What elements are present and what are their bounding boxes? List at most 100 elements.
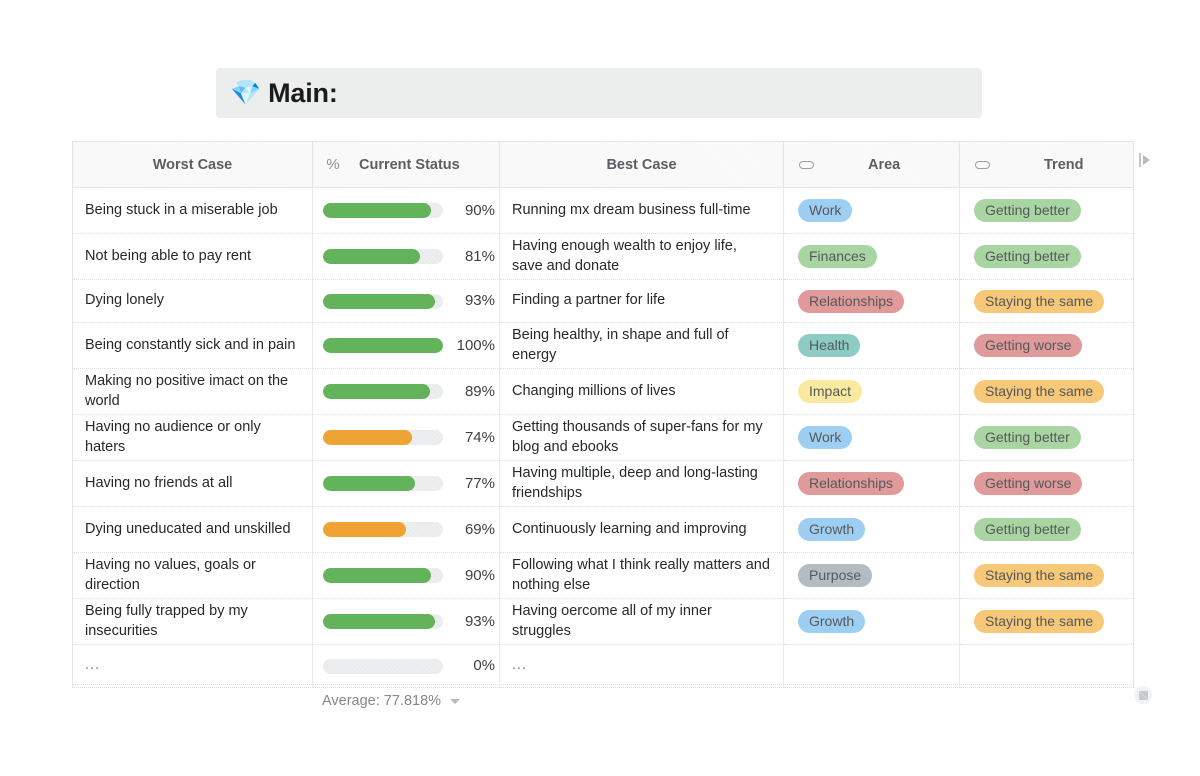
- table-cell-best-case[interactable]: Running mx dream business full-time: [500, 188, 784, 234]
- progress-bar-track[interactable]: [323, 658, 443, 674]
- table-cell-worst-case[interactable]: Being stuck in a miserable job: [73, 188, 313, 234]
- column-header-best-case[interactable]: Best Case: [500, 142, 784, 188]
- progress-bar-track[interactable]: [323, 293, 443, 309]
- table-cell-worst-case[interactable]: Being fully trapped by my insecurities: [73, 599, 313, 645]
- table-cell-trend[interactable]: [960, 645, 1134, 688]
- page-title-banner[interactable]: 💎 Main:: [216, 68, 982, 118]
- trend-tag[interactable]: Staying the same: [974, 564, 1105, 587]
- table-cell-worst-case[interactable]: Having no audience or only haters: [73, 415, 313, 461]
- table-cell-worst-case[interactable]: Making no positive imact on the world: [73, 369, 313, 415]
- table-cell-area[interactable]: Relationships: [784, 280, 960, 323]
- table-cell-current-status[interactable]: 90%: [313, 553, 500, 599]
- table-cell-worst-case[interactable]: Not being able to pay rent: [73, 234, 313, 280]
- area-tag[interactable]: Impact: [798, 380, 863, 403]
- table-cell-current-status[interactable]: 89%: [313, 369, 500, 415]
- column-header-current-status[interactable]: % Current Status: [313, 142, 500, 188]
- table-cell-trend[interactable]: Staying the same: [960, 599, 1134, 645]
- progress-bar-fill: [323, 568, 431, 583]
- trend-tag[interactable]: Getting better: [974, 199, 1081, 222]
- area-tag[interactable]: Finances: [798, 245, 877, 268]
- progress-bar-track[interactable]: [323, 203, 443, 218]
- table-cell-trend[interactable]: Getting worse: [960, 461, 1134, 507]
- progress-bar-track[interactable]: [323, 430, 443, 445]
- area-tag[interactable]: Relationships: [798, 472, 905, 495]
- progress-bar-track[interactable]: [323, 249, 443, 264]
- table-cell-area[interactable]: Finances: [784, 234, 960, 280]
- table-cell-trend[interactable]: Staying the same: [960, 280, 1134, 323]
- trend-tag[interactable]: Staying the same: [974, 380, 1105, 403]
- table-cell-trend[interactable]: Getting worse: [960, 323, 1134, 369]
- table-cell-trend[interactable]: Getting better: [960, 234, 1134, 280]
- table-cell-best-case[interactable]: Having multiple, deep and long-lasting f…: [500, 461, 784, 507]
- table-cell-area[interactable]: Work: [784, 188, 960, 234]
- table-cell-best-case[interactable]: Having enough wealth to enjoy life, save…: [500, 234, 784, 280]
- trend-tag[interactable]: Getting worse: [974, 472, 1083, 495]
- area-tag[interactable]: Work: [798, 199, 853, 222]
- table-cell-current-status[interactable]: 100%: [313, 323, 500, 369]
- table-cell-area[interactable]: Impact: [784, 369, 960, 415]
- progress-bar-track[interactable]: [323, 614, 443, 629]
- table-cell-worst-case[interactable]: Being constantly sick and in pain: [73, 323, 313, 369]
- table-cell-best-case[interactable]: Being healthy, in shape and full of ener…: [500, 323, 784, 369]
- progress-bar-track[interactable]: [323, 522, 443, 537]
- table-cell-best-case[interactable]: Changing millions of lives: [500, 369, 784, 415]
- area-tag[interactable]: Growth: [798, 610, 866, 633]
- table-cell-area[interactable]: Health: [784, 323, 960, 369]
- table-cell-current-status[interactable]: 90%: [313, 188, 500, 234]
- table-cell-best-case[interactable]: Following what I think really matters an…: [500, 553, 784, 599]
- scroll-right-indicator[interactable]: [1139, 153, 1150, 167]
- trend-tag[interactable]: Getting better: [974, 245, 1081, 268]
- table-cell-best-case[interactable]: Continuously learning and improving: [500, 507, 784, 553]
- table-cell-current-status[interactable]: 77%: [313, 461, 500, 507]
- table-cell-worst-case[interactable]: ...: [73, 645, 313, 688]
- progress-bar-track[interactable]: [323, 338, 443, 353]
- table-cell-best-case[interactable]: Having oercome all of my inner struggles: [500, 599, 784, 645]
- table-cell-best-case[interactable]: Getting thousands of super-fans for my b…: [500, 415, 784, 461]
- table-cell-current-status[interactable]: 69%: [313, 507, 500, 553]
- trend-tag[interactable]: Getting better: [974, 518, 1081, 541]
- column-header-area[interactable]: Area: [784, 142, 960, 188]
- trend-tag[interactable]: Getting better: [974, 426, 1081, 449]
- column-header-worst-case[interactable]: Worst Case: [73, 142, 313, 188]
- progress-bar-track[interactable]: [323, 384, 443, 399]
- table-cell-current-status[interactable]: 0%: [313, 645, 500, 688]
- table-cell-current-status[interactable]: 81%: [313, 234, 500, 280]
- progress-bar-track[interactable]: [323, 476, 443, 491]
- area-tag[interactable]: Purpose: [798, 564, 873, 587]
- table-cell-area[interactable]: Purpose: [784, 553, 960, 599]
- table-cell-trend[interactable]: Getting better: [960, 188, 1134, 234]
- table-cell-worst-case[interactable]: Dying uneducated and unskilled: [73, 507, 313, 553]
- area-tag[interactable]: Relationships: [798, 289, 905, 313]
- column-header-label: Trend: [1044, 156, 1084, 173]
- table-cell-area[interactable]: [784, 645, 960, 688]
- area-tag[interactable]: Health: [798, 334, 861, 357]
- table-cell-best-case[interactable]: ...: [500, 645, 784, 688]
- trend-tag[interactable]: Getting worse: [974, 334, 1083, 357]
- column-header-trend[interactable]: Trend: [960, 142, 1134, 188]
- resize-handle[interactable]: [1134, 686, 1152, 704]
- table-cell-trend[interactable]: Getting better: [960, 507, 1134, 553]
- table-cell-trend[interactable]: Staying the same: [960, 369, 1134, 415]
- trend-tag[interactable]: Staying the same: [974, 610, 1105, 633]
- table-cell-area[interactable]: Growth: [784, 599, 960, 645]
- table-cell-area[interactable]: Growth: [784, 507, 960, 553]
- area-tag[interactable]: Work: [798, 426, 853, 449]
- table-cell-current-status[interactable]: 93%: [313, 599, 500, 645]
- average-summary[interactable]: Average: 77.818%: [322, 693, 461, 709]
- table-cell-trend[interactable]: Getting better: [960, 415, 1134, 461]
- table-cell-worst-case[interactable]: Having no friends at all: [73, 461, 313, 507]
- table-cell-current-status[interactable]: 93%: [313, 280, 500, 323]
- table-cell-area[interactable]: Work: [784, 415, 960, 461]
- trend-tag[interactable]: Staying the same: [974, 289, 1105, 313]
- table-cell-worst-case[interactable]: Having no values, goals or direction: [73, 553, 313, 599]
- chevron-down-icon[interactable]: [450, 698, 461, 704]
- table-cell-current-status[interactable]: 74%: [313, 415, 500, 461]
- table-cell-area[interactable]: Relationships: [784, 461, 960, 507]
- progress-percent-label: 81%: [464, 247, 495, 265]
- progress-bar-track[interactable]: [323, 568, 443, 583]
- area-tag[interactable]: Growth: [798, 518, 866, 541]
- table-cell-worst-case[interactable]: Dying lonely: [73, 280, 313, 323]
- table-cell-best-case[interactable]: Finding a partner for life: [500, 280, 784, 323]
- table-cell-trend[interactable]: Staying the same: [960, 553, 1134, 599]
- select-pill-icon: [798, 160, 814, 169]
